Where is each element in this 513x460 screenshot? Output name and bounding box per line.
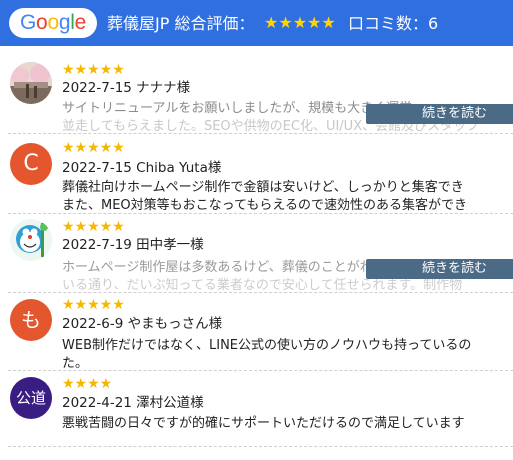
google-logo-letter: G xyxy=(20,11,37,34)
review-date-name: 2022-7-19 田中孝一様 xyxy=(62,237,204,253)
review-stars: ★★★★★ xyxy=(62,140,125,156)
review-item: ★★★★★ 2022-7-15 ナナナ様 サイトリニューアルをお願いしましたが、… xyxy=(0,58,513,136)
read-more-button[interactable]: 続きを読む xyxy=(366,259,513,279)
google-logo-letter: o xyxy=(47,11,59,34)
divider xyxy=(8,213,513,214)
review-date-name: 2022-7-15 Chiba Yuta様 xyxy=(62,160,222,176)
read-more-button[interactable]: 続きを読む xyxy=(366,104,513,124)
review-count: 口コミ数：6 xyxy=(348,14,439,33)
review-date-name: 2022-4-21 澤村公道様 xyxy=(62,395,204,411)
review-date-name: 2022-6-9 やまもっさん様 xyxy=(62,316,223,332)
divider xyxy=(8,370,513,371)
review-stars: ★★★★★ xyxy=(62,297,125,313)
letter-avatar: 公道 xyxy=(10,377,52,419)
letter-avatar: C xyxy=(10,143,52,185)
review-text-line: WEB制作だけではなく、LINE公式の使い方のノウハウも持っているの xyxy=(62,338,472,353)
review-item: 公道 ★★★★ 2022-4-21 澤村公道様 悪戦苦闘の日々ですが的確にサポー… xyxy=(0,372,513,444)
header-bar: Google 葬儀屋JP 総合評価： ★★★★★ 口コミ数：6 xyxy=(0,0,513,46)
google-logo: Google xyxy=(9,8,97,38)
avatar-letter: 公道 xyxy=(15,389,46,407)
review-stars: ★★★★★ xyxy=(62,219,125,235)
avatar-letter: も xyxy=(21,308,41,332)
review-item: も ★★★★★ 2022-6-9 やまもっさん様 WEB制作だけではなく、LIN… xyxy=(0,293,513,371)
review-text-line: 葬儀社向けホームページ制作で金額は安いけど、しっかりと集客でき xyxy=(62,180,464,195)
google-logo-letter: g xyxy=(58,11,71,34)
review-text-line: 悪戦苦闘の日々ですが的確にサポートいただけるので満足しています xyxy=(62,416,465,431)
letter-avatar: も xyxy=(10,299,52,341)
cartoon-avatar-icon xyxy=(10,219,52,261)
divider xyxy=(8,133,513,134)
google-logo-letter: o xyxy=(36,11,48,34)
review-date-name: 2022-7-15 ナナナ様 xyxy=(62,80,191,96)
divider xyxy=(8,446,513,447)
google-logo-letter: e xyxy=(74,11,87,34)
photo-avatar-icon xyxy=(10,62,52,104)
review-item: ★★★★★ 2022-7-19 田中孝一様 ホームページ制作屋は多数あるけど、葬… xyxy=(0,215,513,293)
review-item: C ★★★★★ 2022-7-15 Chiba Yuta様 葬儀社向けホームペー… xyxy=(0,137,513,213)
review-stars: ★★★★★ xyxy=(62,62,125,78)
overall-rating-stars: ★★★★★ xyxy=(264,13,336,32)
review-stars: ★★★★ xyxy=(62,376,113,392)
avatar-letter: C xyxy=(23,151,39,176)
header-title: 葬儀屋JP 総合評価： xyxy=(107,14,255,33)
